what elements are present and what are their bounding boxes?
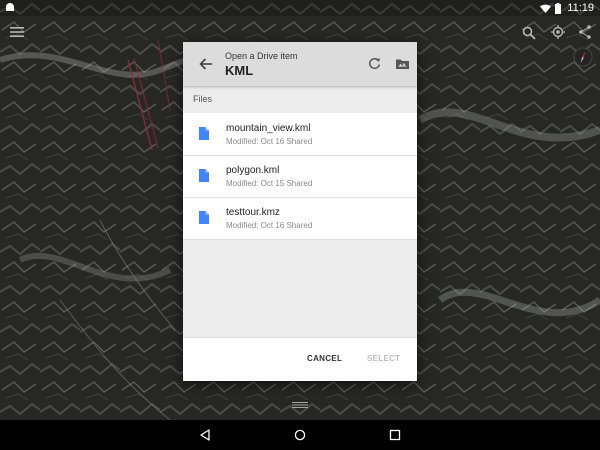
file-name: mountain_view.kml	[226, 123, 311, 134]
arrow-back-icon[interactable]	[199, 57, 213, 71]
file-row-polygon[interactable]: polygon.kml Modified: Oct 15 Shared	[183, 155, 417, 198]
drive-picker-dialog: Open a Drive item KML Files mountain_vie…	[183, 42, 417, 381]
refresh-icon[interactable]	[368, 57, 381, 70]
dialog-header: Open a Drive item KML	[183, 42, 417, 86]
file-list: mountain_view.kml Modified: Oct 16 Share…	[183, 113, 417, 240]
file-name: polygon.kml	[226, 165, 280, 176]
wifi-icon	[540, 4, 552, 13]
file-row-mountain-view[interactable]: mountain_view.kml Modified: Oct 16 Share…	[183, 113, 417, 156]
dialog-caption: Open a Drive item	[225, 51, 298, 61]
files-section-label: Files	[193, 94, 213, 104]
file-meta: Modified: Oct 16 Shared	[226, 137, 313, 146]
document-icon	[199, 127, 209, 140]
document-icon	[199, 211, 209, 224]
status-time: 11:19	[567, 2, 594, 14]
dialog-footer: CANCEL SELECT	[183, 337, 417, 381]
status-bar: 11:19	[0, 0, 600, 16]
file-meta: Modified: Oct 15 Shared	[226, 179, 313, 188]
nav-recents-icon[interactable]	[389, 429, 401, 441]
battery-icon	[555, 2, 562, 14]
file-name: testtour.kmz	[226, 207, 280, 218]
dialog-title: KML	[225, 63, 254, 78]
file-row-testtour[interactable]: testtour.kmz Modified: Oct 16 Shared	[183, 197, 417, 240]
nav-back-icon[interactable]	[199, 429, 211, 441]
nav-home-icon[interactable]	[294, 429, 306, 441]
cancel-button[interactable]: CANCEL	[307, 354, 342, 363]
select-button[interactable]: SELECT	[367, 354, 400, 363]
android-notification-icon	[6, 3, 14, 11]
file-meta: Modified: Oct 16 Shared	[226, 221, 313, 230]
drive-folder-icon[interactable]	[396, 58, 409, 69]
navigation-bar	[0, 420, 600, 450]
document-icon	[199, 169, 209, 182]
